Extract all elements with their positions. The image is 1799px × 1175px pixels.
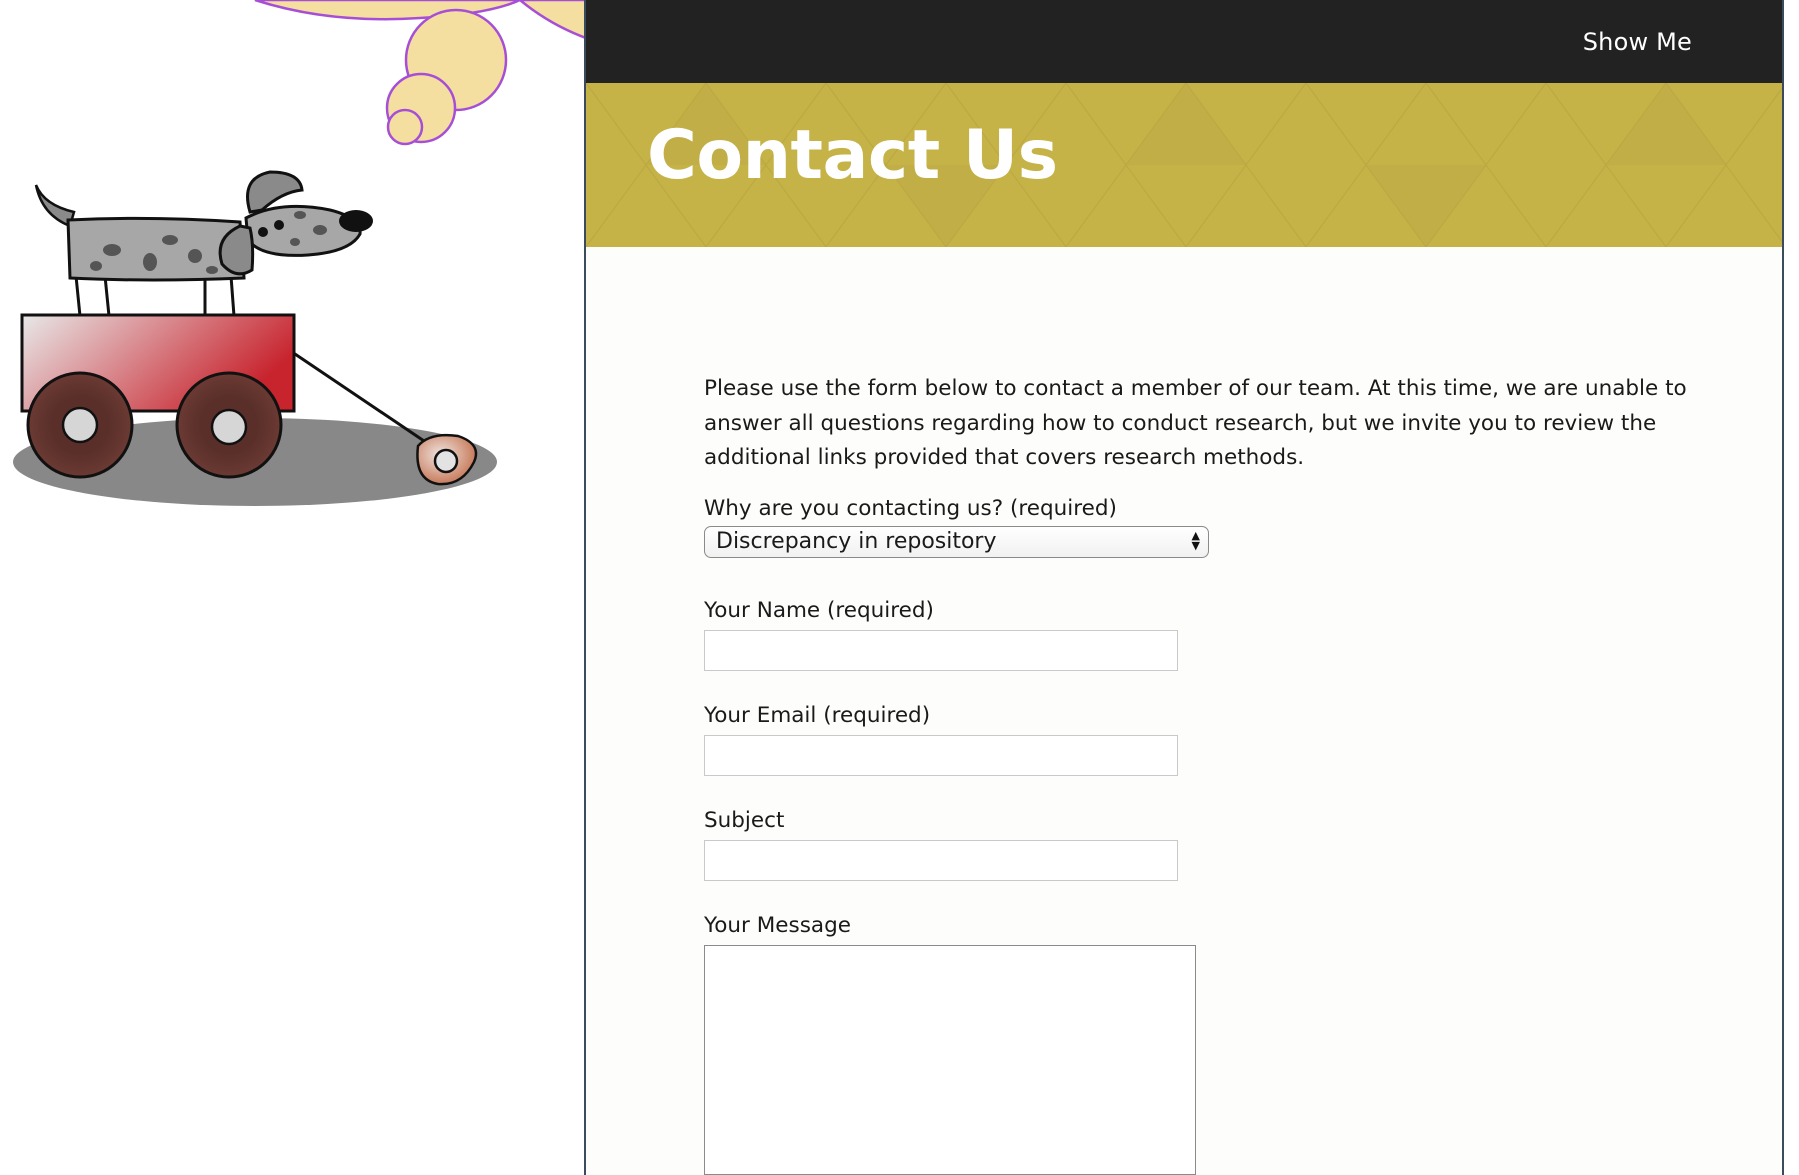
email-label: Your Email (required) xyxy=(704,702,931,728)
page: Show Me Contact Us Please use the form b… xyxy=(0,0,1799,1175)
wagon-wheel-left xyxy=(26,371,134,479)
show-me-link[interactable]: Show Me xyxy=(1583,28,1692,56)
subject-input[interactable] xyxy=(704,839,1178,881)
page-title: Contact Us xyxy=(647,116,1058,195)
name-input[interactable] xyxy=(704,629,1178,671)
message-textarea[interactable] xyxy=(704,944,1196,1175)
subject-label: Subject xyxy=(704,807,785,833)
reason-select[interactable]: Discrepancy in repository ▲ ▼ xyxy=(704,525,1209,558)
dog xyxy=(34,170,373,282)
main-panel: Show Me Contact Us Please use the form b… xyxy=(584,0,1784,1175)
name-label: Your Name (required) xyxy=(704,597,934,623)
select-arrows-icon: ▲ ▼ xyxy=(1191,528,1200,552)
wagon-wheel-right xyxy=(175,371,283,479)
reason-select-value: Discrepancy in repository xyxy=(716,528,997,554)
intro-text: Please use the form below to contact a m… xyxy=(704,376,1687,470)
top-navbar: Show Me xyxy=(586,0,1782,83)
message-label: Your Message xyxy=(704,912,851,938)
email-input[interactable] xyxy=(704,734,1178,776)
reason-label: Why are you contacting us? (required) xyxy=(704,495,1117,521)
contact-form-section: Please use the form below to contact a m… xyxy=(704,372,1694,1175)
page-banner: Contact Us xyxy=(586,83,1782,247)
